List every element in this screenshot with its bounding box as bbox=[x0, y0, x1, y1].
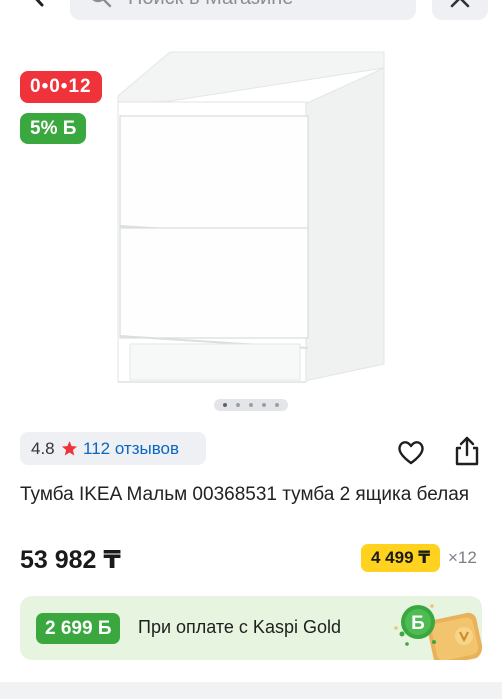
reviews-link[interactable]: 112 отзывов bbox=[83, 439, 179, 459]
rating-value: 4.8 bbox=[31, 439, 55, 458]
gallery-dot bbox=[236, 403, 240, 407]
bonus-badge: 5% Б bbox=[20, 113, 87, 144]
product-image[interactable] bbox=[100, 46, 400, 391]
gallery-dot bbox=[223, 403, 227, 407]
gallery-dot bbox=[275, 403, 279, 407]
star-icon bbox=[61, 441, 78, 456]
gallery-dot bbox=[262, 403, 266, 407]
product-price: 53 982 ₸ bbox=[20, 546, 121, 574]
share-icon bbox=[455, 436, 479, 466]
heart-icon bbox=[398, 441, 424, 465]
promo-text: При оплате с Kaspi Gold bbox=[138, 617, 341, 637]
share-button[interactable] bbox=[452, 435, 482, 467]
svg-text:Б: Б bbox=[411, 613, 425, 634]
bonus-coin-illustration: Б bbox=[394, 604, 482, 660]
search-icon bbox=[92, 0, 112, 8]
rating-pill[interactable]: 4.8 112 отзывов bbox=[20, 432, 206, 465]
favorite-button[interactable] bbox=[396, 437, 426, 467]
close-icon bbox=[450, 0, 470, 8]
gallery-pagination[interactable] bbox=[214, 399, 288, 411]
close-button[interactable] bbox=[432, 0, 488, 20]
search-input[interactable]: Поиск в Магазине bbox=[70, 0, 416, 20]
gallery-dot bbox=[249, 403, 253, 407]
product-title: Тумба IKEA Мальм 00368531 тумба 2 ящика … bbox=[20, 484, 470, 505]
search-placeholder: Поиск в Магазине bbox=[128, 0, 293, 10]
bottom-divider bbox=[0, 682, 502, 699]
monthly-payment-badge[interactable]: 4 499 ₸ bbox=[361, 544, 441, 572]
installment-badge: 0•0•12 bbox=[20, 71, 102, 103]
top-bar: Поиск в Магазине bbox=[0, 0, 502, 22]
promo-bonus-amount: 2 699 Б bbox=[36, 613, 121, 644]
back-button[interactable] bbox=[22, 0, 52, 8]
kaspi-gold-banner[interactable]: 2 699 Б При оплате с Kaspi Gold Б bbox=[20, 596, 482, 660]
chevron-left-icon bbox=[35, 0, 44, 7]
installment-months: ×12 bbox=[448, 548, 477, 567]
